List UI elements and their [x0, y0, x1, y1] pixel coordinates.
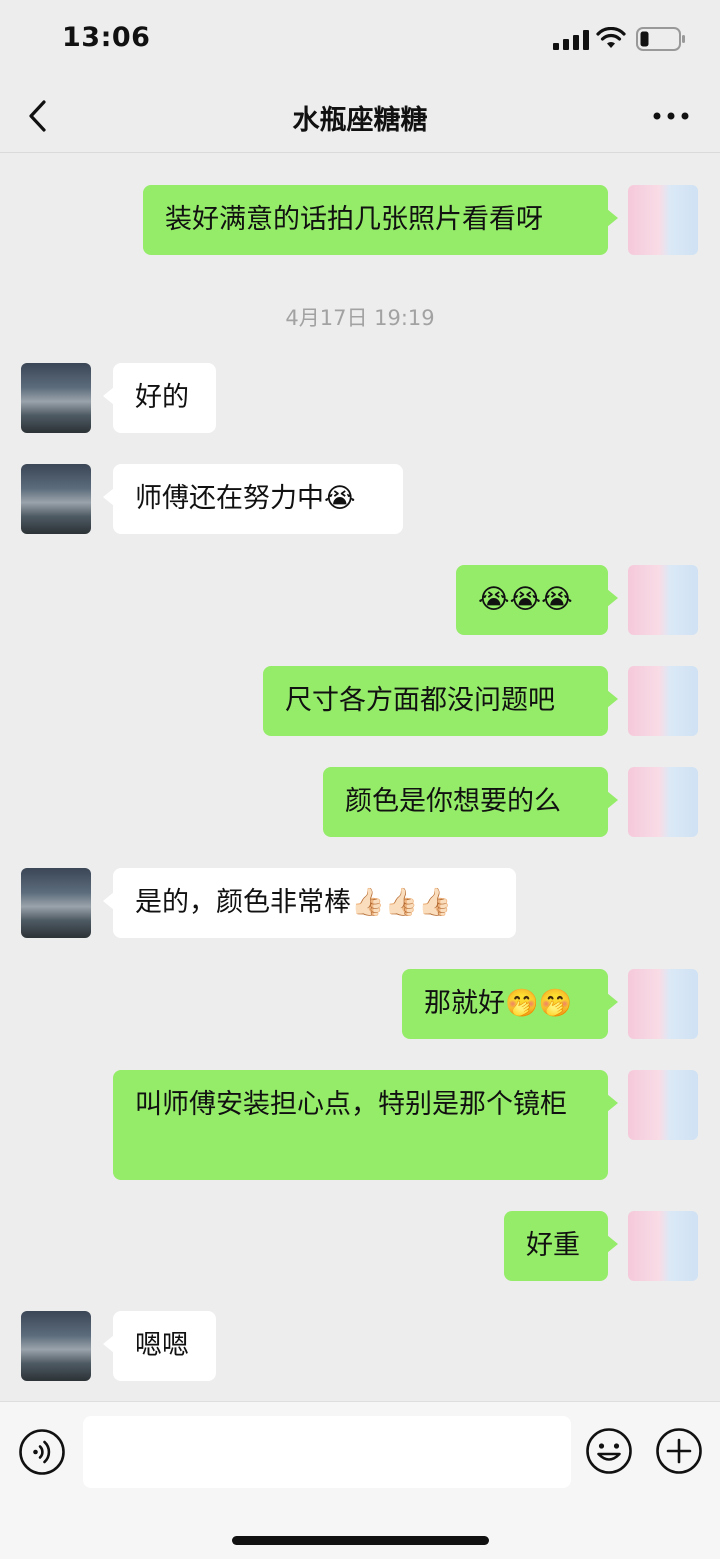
nav-bar: 水瓶座糖糖 — [0, 80, 720, 153]
emoji-icon[interactable] — [585, 1427, 633, 1475]
message-bubble-sent[interactable]: 颜色是你想要的么 — [323, 767, 618, 837]
avatar-self[interactable] — [628, 565, 698, 635]
message-bubble-received[interactable]: 是的，颜色非常棒👍🏻👍🏻👍🏻 — [103, 868, 516, 938]
avatar-contact[interactable] — [21, 363, 91, 433]
signal-icon — [553, 30, 589, 50]
more-icon[interactable] — [650, 104, 692, 128]
status-bar: 13:06 — [0, 0, 720, 80]
message-bubble-sent[interactable]: 😭😭😭 — [456, 565, 618, 635]
wifi-icon — [596, 27, 626, 48]
message-bubble-received[interactable]: 嗯嗯 — [103, 1311, 216, 1381]
avatar-self[interactable] — [628, 666, 698, 736]
add-icon[interactable] — [655, 1427, 703, 1475]
avatar-contact[interactable] — [21, 1311, 91, 1381]
message-bubble-sent[interactable]: 好重 — [504, 1211, 618, 1281]
avatar-self[interactable] — [628, 767, 698, 837]
message-bubble-sent[interactable]: 那就好🤭🤭 — [402, 969, 618, 1039]
avatar-self[interactable] — [628, 1070, 698, 1140]
battery-icon — [636, 27, 685, 51]
message-bubble-received[interactable]: 好的 — [103, 363, 216, 433]
message-bubble-sent[interactable]: 装好满意的话拍几张照片看看呀 — [143, 185, 618, 255]
message-bubble-sent[interactable]: 叫师傅安装担心点，特别是那个镜柜 — [113, 1070, 618, 1180]
message-bubble-sent[interactable]: 尺寸各方面都没问题吧 — [263, 666, 618, 736]
chat-title: 水瓶座糖糖 — [292, 105, 428, 136]
input-bar — [0, 1401, 720, 1559]
message-bubble-received[interactable]: 师傅还在努力中😭 — [103, 464, 403, 534]
message-input[interactable] — [83, 1416, 571, 1488]
avatar-self[interactable] — [628, 1211, 698, 1281]
avatar-contact[interactable] — [21, 464, 91, 534]
status-time: 13:06 — [62, 22, 151, 53]
voice-icon[interactable] — [18, 1428, 66, 1476]
home-indicator — [232, 1536, 489, 1545]
avatar-self[interactable] — [628, 185, 698, 255]
timestamp: 4月17日 19:19 — [285, 306, 435, 330]
avatar-self[interactable] — [628, 969, 698, 1039]
avatar-contact[interactable] — [21, 868, 91, 938]
